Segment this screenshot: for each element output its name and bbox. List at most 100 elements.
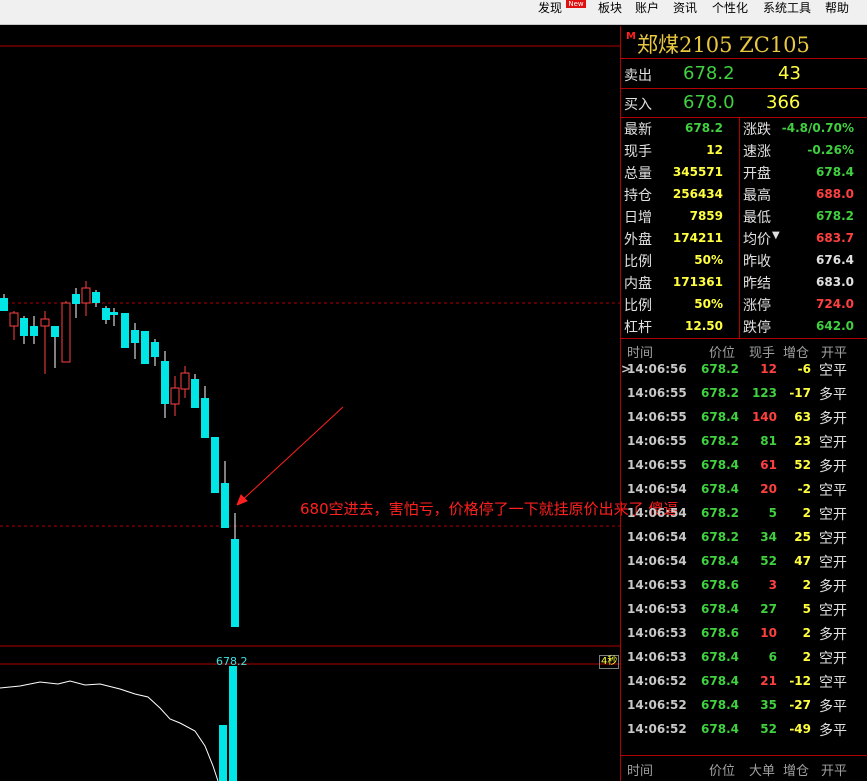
period-badge[interactable]: 4秒: [599, 655, 620, 669]
tick-volume: 52: [760, 554, 777, 568]
stat-value: 12.50: [685, 319, 723, 333]
candle-body: [161, 361, 169, 404]
tick-row[interactable]: >14:06:56 678.2 12 -6 空平: [621, 362, 867, 386]
ask-label: 卖出: [624, 68, 652, 84]
stat-value: 676.4: [816, 253, 854, 267]
candle-body: [180, 372, 190, 390]
tick-row[interactable]: 14:06:53 678.4 27 5 空开: [621, 602, 867, 626]
stat-label: 持仓: [624, 188, 652, 204]
tick-type: 多开: [819, 411, 847, 427]
tick-price: 678.4: [701, 650, 739, 664]
stat-value: 256434: [672, 187, 723, 201]
stat-label: 跌停: [743, 320, 771, 336]
bid-label: 买入: [624, 97, 652, 113]
price-chart-area[interactable]: 680空进去，害怕亏，价格停了一下就挂原价出来了 傻逼 678.2 4秒: [0, 26, 678, 781]
tick-oi: 23: [794, 434, 811, 448]
tick-price: 678.4: [701, 602, 739, 616]
tick-time: 14:06:52: [627, 698, 687, 712]
stat-value: 724.0: [816, 297, 854, 311]
tick-price: 678.2: [701, 434, 739, 448]
tick-type: 多平: [819, 387, 847, 403]
candle-body: [131, 330, 139, 343]
ask-volume: 43: [778, 63, 801, 84]
menu-account[interactable]: 账户: [635, 0, 659, 16]
tick-time: 14:06:54: [627, 530, 687, 544]
menu-system-tools[interactable]: 系统工具: [763, 0, 811, 16]
menu-help[interactable]: 帮助: [825, 0, 849, 16]
candle-body: [20, 318, 28, 336]
ask-price[interactable]: 678.2: [683, 63, 735, 84]
tick-type: 多平: [819, 699, 847, 715]
tick-price: 678.2: [701, 362, 739, 376]
tick-oi: -12: [789, 674, 811, 688]
stats-divider: [739, 117, 740, 338]
tick-row[interactable]: 14:06:55 678.2 123 -17 多平: [621, 386, 867, 410]
open-interest-line: [0, 680, 219, 781]
tick-price: 678.6: [701, 626, 739, 640]
tick-oi: -6: [797, 362, 811, 376]
tick-row[interactable]: 14:06:52 678.4 35 -27 多平: [621, 698, 867, 722]
tick-row[interactable]: 14:06:52 678.4 21 -12 空平: [621, 674, 867, 698]
menu-discover[interactable]: 发现: [538, 0, 562, 16]
new-badge: New: [566, 0, 586, 8]
stat-label: 最高: [743, 188, 771, 204]
tick-row[interactable]: 14:06:52 678.4 52 -49 多平: [621, 722, 867, 746]
tick-row[interactable]: 14:06:55 678.4 61 52 多开: [621, 458, 867, 482]
tick-price: 678.2: [701, 506, 739, 520]
stat-value: 171361: [672, 275, 723, 289]
stat-label: 均价: [743, 232, 771, 248]
candle-body: [61, 302, 71, 363]
tick-type: 空开: [819, 555, 847, 571]
stat-value: 345571: [672, 165, 723, 179]
tick-row[interactable]: 14:06:55 678.2 81 23 空开: [621, 434, 867, 458]
tick-price: 678.2: [701, 530, 739, 544]
menu-news[interactable]: 资讯: [673, 0, 697, 16]
tick-row[interactable]: 14:06:54 678.2 34 25 空开: [621, 530, 867, 554]
volume-bar: [229, 666, 237, 781]
tick-oi: 47: [794, 554, 811, 568]
tick-volume: 21: [760, 674, 777, 688]
tick-row[interactable]: 14:06:55 678.4 140 63 多开: [621, 410, 867, 434]
tick-row[interactable]: 14:06:53 678.6 10 2 多开: [621, 626, 867, 650]
tick-oi: 25: [794, 530, 811, 544]
tick-row[interactable]: 14:06:54 678.4 20 -2 空平: [621, 482, 867, 506]
tick-volume: 123: [751, 386, 777, 400]
menu-personalize[interactable]: 个性化: [712, 0, 748, 16]
tick-header-type: 开平: [821, 346, 848, 361]
tick-row[interactable]: 14:06:53 678.4 6 2 空开: [621, 650, 867, 674]
tick-row[interactable]: 14:06:53 678.6 3 2 多开: [621, 578, 867, 602]
tick-volume: 140: [751, 410, 777, 424]
menu-sectors[interactable]: 板块: [598, 0, 622, 16]
tick-volume: 6: [768, 650, 777, 664]
stat-value: 683.0: [816, 275, 854, 289]
tick-oi: -27: [789, 698, 811, 712]
candle-body: [102, 308, 110, 320]
stat-label: 速涨: [743, 144, 771, 160]
tick-price: 678.4: [701, 698, 739, 712]
tick-price: 678.4: [701, 722, 739, 736]
stat-value: 50%: [694, 253, 723, 267]
stat-label: 总量: [624, 166, 652, 182]
bottom-header-price: 价位: [709, 764, 736, 779]
tick-time: 14:06:54: [627, 554, 687, 568]
tick-volume: 35: [760, 698, 777, 712]
tick-type: 空平: [819, 675, 847, 691]
stat-value: 50%: [694, 297, 723, 311]
tick-price: 678.4: [701, 410, 739, 424]
tick-time: 14:06:52: [627, 674, 687, 688]
bottom-header-time: 时间: [627, 764, 654, 779]
stat-value: -0.26%: [807, 143, 854, 157]
tick-row[interactable]: 14:06:54 678.2 5 2 空开: [621, 506, 867, 530]
tick-row[interactable]: 14:06:54 678.4 52 47 空开: [621, 554, 867, 578]
stat-value: 688.0: [816, 187, 854, 201]
stat-value: 678.2: [685, 121, 723, 135]
tick-price: 678.4: [701, 554, 739, 568]
bid-price[interactable]: 678.0: [683, 92, 735, 113]
candle-body: [72, 294, 80, 304]
candles-group: [0, 281, 239, 627]
dropdown-icon[interactable]: ▼: [772, 230, 780, 241]
tick-oi: -2: [797, 482, 811, 496]
stat-label: 内盘: [624, 276, 652, 292]
candle-body: [9, 312, 19, 327]
tick-volume: 81: [760, 434, 777, 448]
